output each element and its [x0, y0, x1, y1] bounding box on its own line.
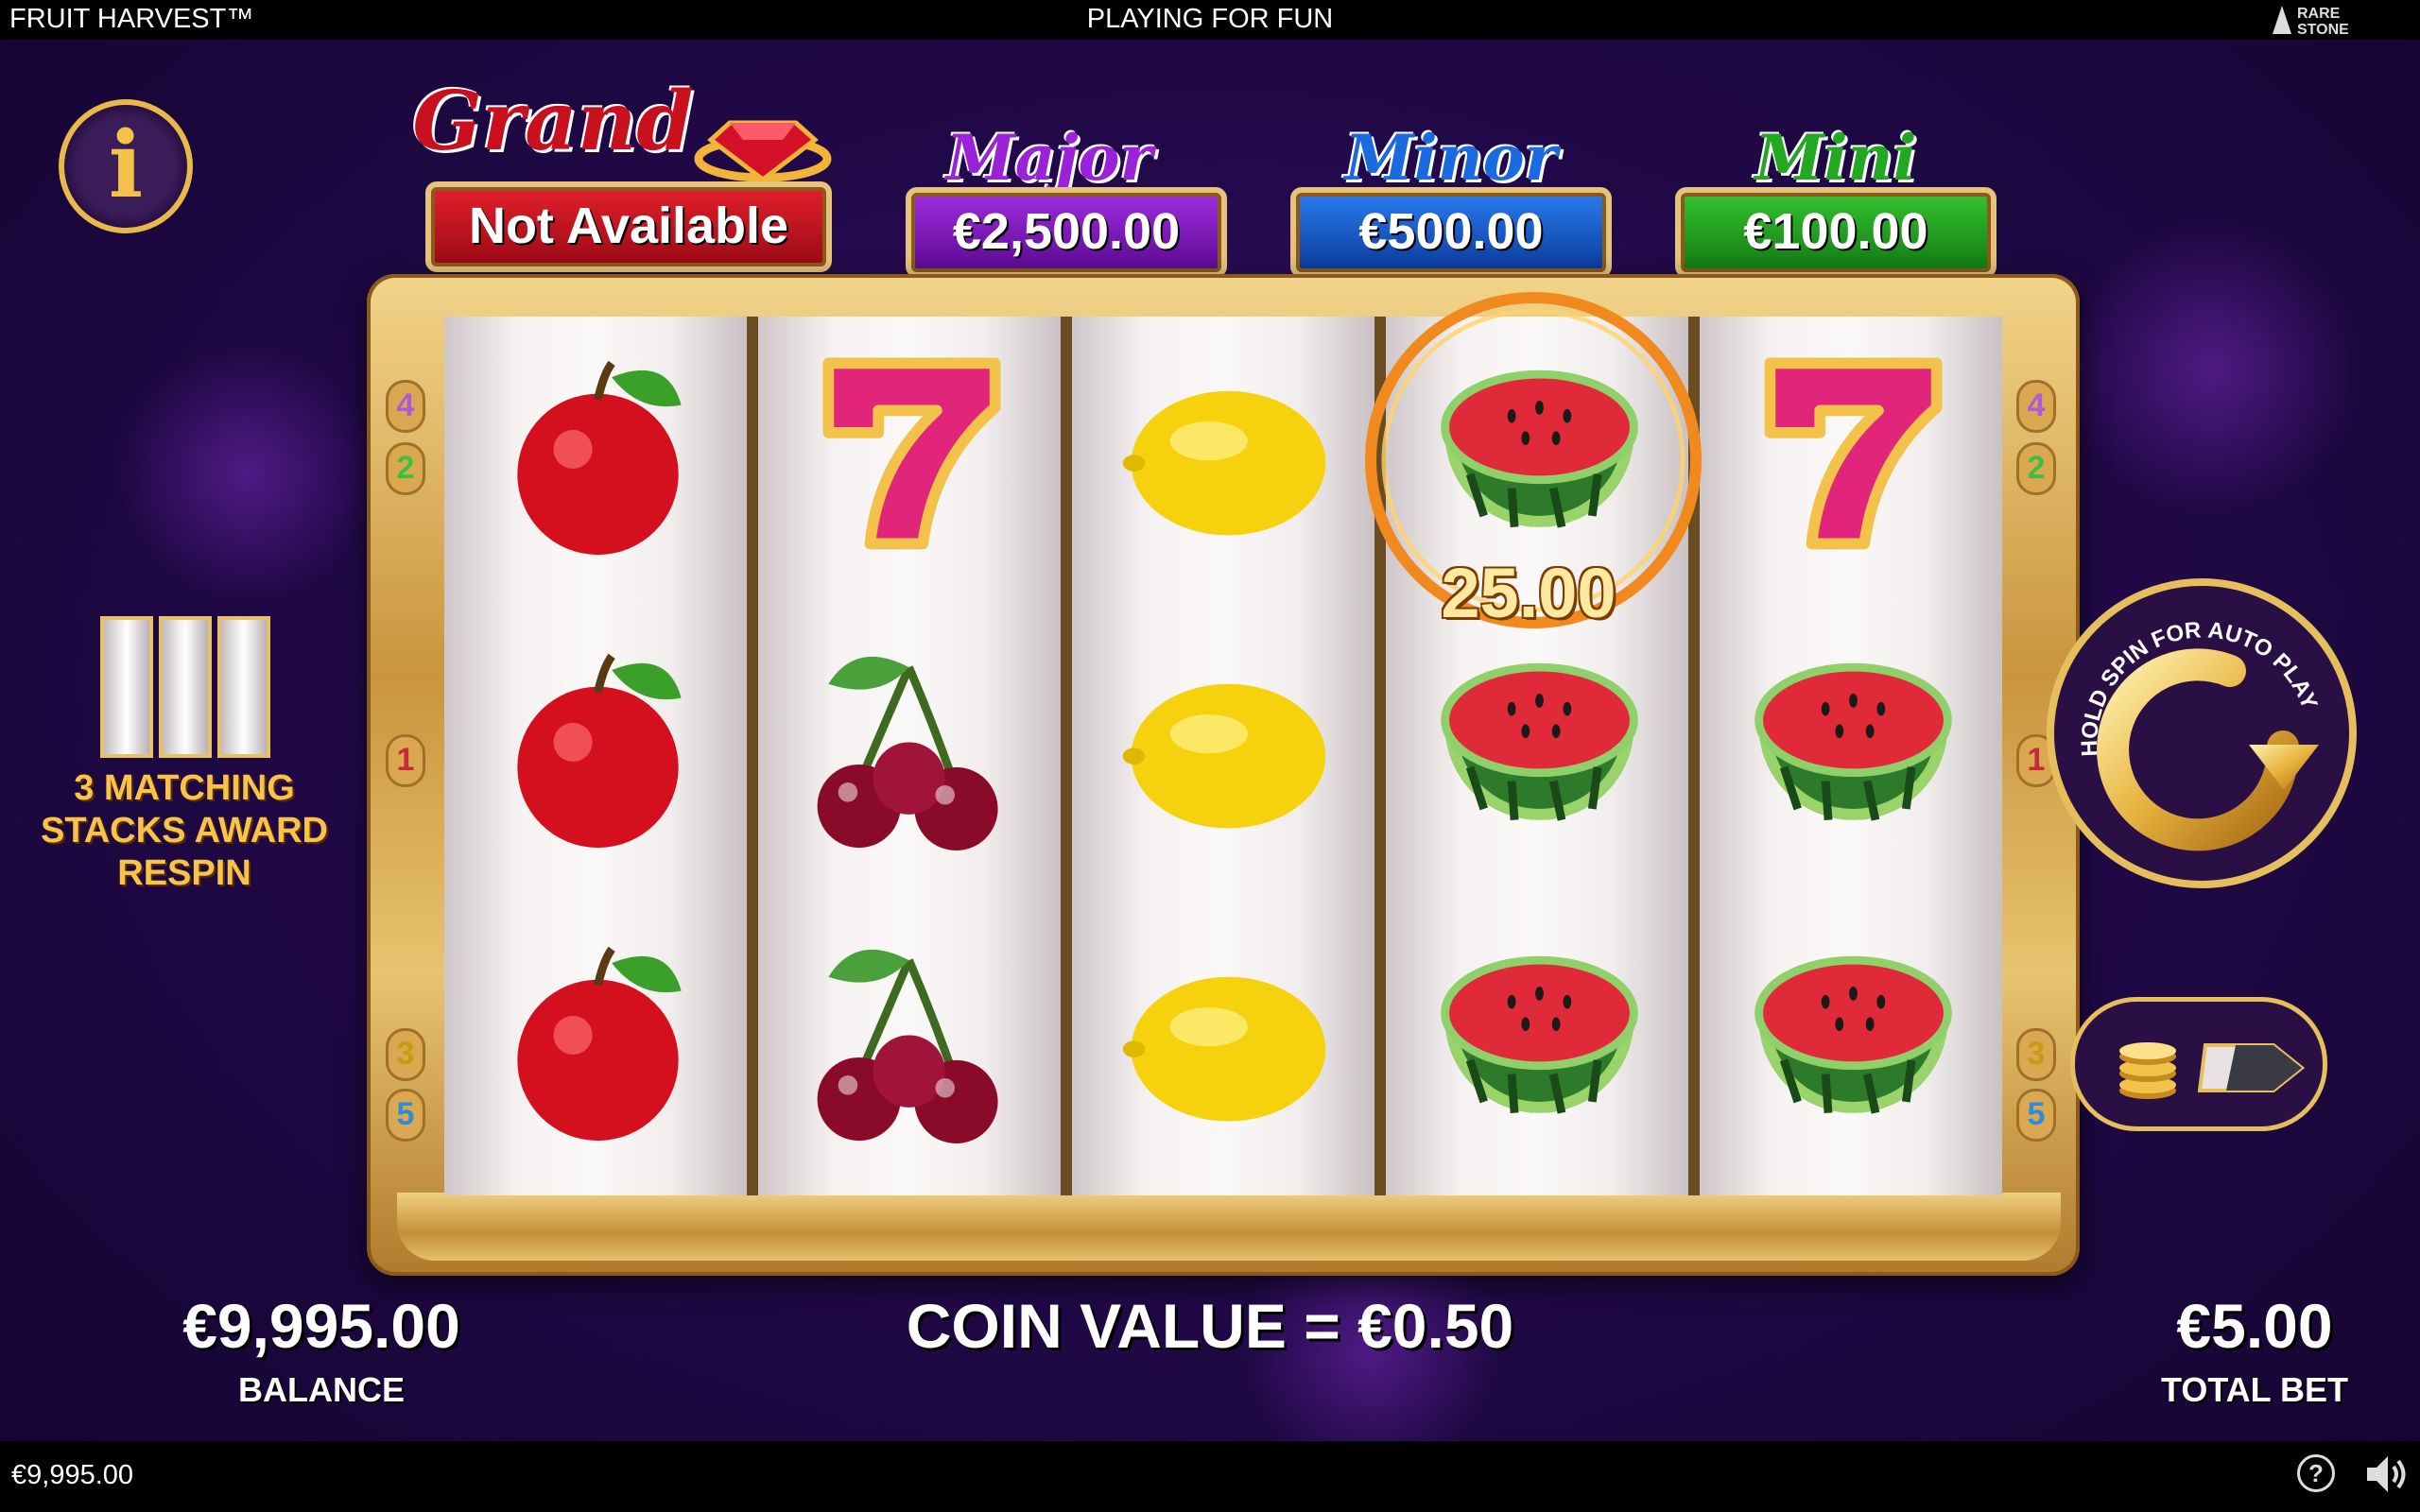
payline-number: 1	[386, 734, 425, 787]
payline-number: 2	[2016, 442, 2056, 495]
jackpot-major-label: Major	[945, 121, 1153, 195]
stacks-icon	[100, 616, 270, 758]
svg-text:RARE: RARE	[2297, 6, 2341, 22]
coin-value: COIN VALUE = €0.50	[906, 1291, 1514, 1361]
apple-symbol-icon	[517, 946, 682, 1142]
jackpot-grand-value: Not Available	[425, 181, 832, 272]
watermelon-symbol-icon	[1754, 955, 1952, 1114]
reel-2	[758, 317, 1061, 1195]
rare-stone-logo: RARE STONE	[2273, 6, 2349, 38]
jackpot-major-value: €2,500.00	[906, 187, 1227, 278]
jackpot-grand-label: Grand	[412, 74, 694, 169]
win-amount: 25.00	[1441, 554, 1616, 632]
cherries-symbol-icon	[817, 656, 998, 850]
reel-5	[1700, 317, 2002, 1195]
coins-icon	[2119, 1042, 2176, 1099]
payline-number: 4	[386, 380, 425, 433]
info-button[interactable]: i	[59, 99, 193, 233]
balance-label: BALANCE	[238, 1370, 405, 1409]
respin-hint-line: STACKS AWARD	[41, 811, 328, 850]
payline-number: 2	[386, 442, 425, 495]
payline-number: 5	[2016, 1089, 2056, 1142]
respin-hint-line: RESPIN	[117, 853, 251, 893]
apple-symbol-icon	[517, 653, 682, 849]
top-bar: FRUIT HARVEST™ PLAYING FOR FUN RARE STON…	[0, 0, 2420, 40]
watermelon-symbol-icon	[1441, 955, 1638, 1114]
jackpot-minor-value: €500.00	[1290, 187, 1612, 278]
reel-1	[444, 317, 747, 1195]
background-glow	[2061, 217, 2363, 520]
jackpot-mini-label: Mini	[1754, 121, 1917, 195]
balance-value: €9,995.00	[182, 1291, 460, 1361]
svg-text:STONE: STONE	[2297, 22, 2349, 38]
watermelon-symbol-icon	[1754, 662, 1952, 821]
jackpot-minor-label: Minor	[1344, 121, 1558, 195]
payline-number: 3	[2016, 1028, 2056, 1081]
payline-number: 4	[2016, 380, 2056, 433]
spin-button[interactable]: HOLD SPIN FOR AUTO PLAY	[2045, 576, 2359, 890]
payline-number: 3	[386, 1028, 425, 1081]
reel-grid	[444, 317, 2002, 1195]
respin-hint-line: 3 MATCHING	[74, 768, 295, 808]
bottom-bar: €9,995.00 ?	[0, 1441, 2420, 1512]
respin-hint: 3 MATCHING STACKS AWARD RESPIN	[9, 767, 359, 895]
cherries-symbol-icon	[817, 949, 998, 1143]
jackpot-mini-value: €100.00	[1675, 187, 1996, 278]
total-bet-value: €5.00	[2176, 1291, 2333, 1361]
lemon-symbol-icon	[1122, 683, 1326, 829]
payline-number: 5	[386, 1089, 425, 1142]
volume-icon[interactable]	[2363, 1452, 2411, 1496]
seven-symbol-icon	[822, 357, 1001, 550]
seven-symbol-icon	[1764, 357, 1943, 550]
total-bet-label: TOTAL BET	[2161, 1370, 2348, 1409]
play-mode: PLAYING FOR FUN	[1086, 4, 1334, 34]
help-icon[interactable]: ?	[2297, 1454, 2335, 1492]
bet-button[interactable]	[2070, 997, 2327, 1131]
bottom-balance: €9,995.00	[11, 1460, 134, 1490]
bet-arrow-icon	[2198, 1043, 2306, 1092]
lemon-symbol-icon	[1122, 390, 1326, 536]
apple-symbol-icon	[517, 360, 682, 556]
watermelon-symbol-icon	[1441, 662, 1638, 821]
reel-frame-rail	[397, 1193, 2061, 1261]
background-glow	[113, 340, 378, 605]
ruby-ring-icon	[694, 120, 832, 183]
reel-3	[1072, 317, 1374, 1195]
lemon-symbol-icon	[1122, 976, 1326, 1122]
